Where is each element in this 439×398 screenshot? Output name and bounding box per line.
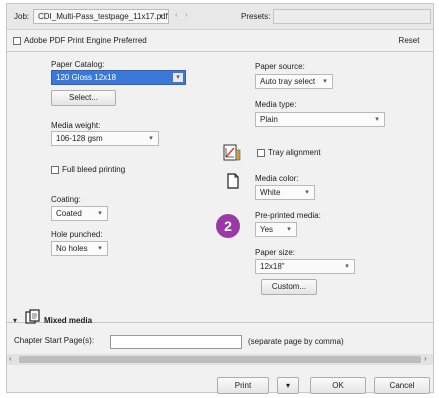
hole-punched-value: No holes (56, 244, 88, 253)
paper-size-value: 12x18" (260, 262, 285, 271)
chapter-start-input[interactable] (110, 335, 242, 349)
adobe-pdf-engine-checkbox[interactable] (13, 37, 21, 45)
chevron-down-icon: ▾ (98, 245, 102, 252)
step-badge-number: 2 (224, 218, 232, 234)
tray-alignment-checkbox[interactable] (257, 149, 265, 157)
media-weight-label: Media weight: (51, 121, 101, 130)
paper-source-label: Paper source: (255, 62, 305, 71)
chevron-down-icon: ▾ (305, 189, 309, 196)
print-button[interactable]: Print (217, 377, 269, 394)
media-weight-value: 106-128 gsm (56, 134, 103, 143)
presets-label: Presets: (241, 12, 271, 21)
tray-alignment-label: Tray alignment (268, 148, 321, 157)
paper-catalog-select[interactable]: 120 Gloss 12x18 ▾ (51, 70, 186, 85)
media-color-label: Media color: (255, 174, 299, 183)
chapter-start-hint: (separate page by comma) (248, 337, 344, 346)
chevron-down-icon: ▾ (149, 135, 153, 142)
presets-select[interactable] (273, 9, 431, 24)
paper-catalog-label: Paper Catalog: (51, 60, 105, 69)
step-badge: 2 (216, 214, 240, 238)
job-toolbar: Job: CDI_Multi-Pass_testpage_11x17.pdf ▾… (7, 4, 433, 30)
media-type-value: Plain (260, 115, 278, 124)
preprinted-media-value: Yes (260, 225, 274, 234)
custom-size-button[interactable]: Custom... (261, 279, 317, 295)
coating-value: Coated (56, 209, 82, 218)
preprinted-media-label: Pre-printed media: (255, 211, 321, 220)
media-type-label: Media type: (255, 100, 297, 109)
scroll-left-icon[interactable]: ‹ (9, 354, 12, 363)
adobe-pdf-engine-label: Adobe PDF Print Engine Preferred (24, 36, 147, 45)
paper-catalog-value: 120 Gloss 12x18 (56, 73, 117, 82)
full-bleed-label: Full bleed printing (62, 165, 126, 174)
select-paper-button[interactable]: Select... (51, 90, 116, 106)
cancel-button[interactable]: Cancel (374, 377, 430, 394)
preprinted-media-select[interactable]: Yes ▾ (255, 222, 297, 237)
job-select-value: CDI_Multi-Pass_testpage_11x17.pdf (38, 12, 168, 21)
header-divider (7, 51, 433, 52)
chevron-down-icon: ▾ (285, 381, 290, 390)
collapse-toggle-icon[interactable]: ▾ (13, 316, 17, 325)
paper-size-select[interactable]: 12x18" ▾ (255, 259, 355, 274)
chevron-down-icon: ▾ (173, 73, 183, 82)
job-label: Job: (14, 12, 30, 21)
paper-source-select[interactable]: Auto tray select ▾ (255, 74, 333, 89)
scroll-right-icon[interactable]: › (424, 354, 427, 363)
prev-job-icon[interactable]: ‹ (175, 10, 178, 19)
media-weight-select[interactable]: 106-128 gsm ▾ (51, 131, 159, 146)
ok-button[interactable]: OK (310, 377, 366, 394)
scrollbar-thumb[interactable] (19, 356, 421, 363)
media-type-select[interactable]: Plain ▾ (255, 112, 385, 127)
horizontal-scrollbar[interactable]: ‹ › (7, 354, 433, 365)
paper-size-label: Paper size: (255, 248, 296, 257)
media-color-select[interactable]: White ▾ (255, 185, 315, 200)
chevron-down-icon: ▾ (98, 210, 102, 217)
hole-punched-label: Hole punched: (51, 230, 103, 239)
print-dialog: Job: CDI_Multi-Pass_testpage_11x17.pdf ▾… (6, 3, 434, 394)
chevron-down-icon: ▾ (159, 13, 163, 20)
chevron-down-icon: ▾ (287, 226, 291, 233)
hole-punched-select[interactable]: No holes ▾ (51, 241, 108, 256)
chevron-down-icon: ▾ (375, 116, 379, 123)
tray-alignment-icon (222, 144, 242, 162)
job-select[interactable]: CDI_Multi-Pass_testpage_11x17.pdf ▾ (33, 9, 169, 24)
next-job-icon[interactable]: › (185, 10, 188, 19)
paper-source-value: Auto tray select (260, 77, 316, 86)
chevron-down-icon: ▾ (323, 78, 327, 85)
coating-label: Coating: (51, 195, 81, 204)
media-color-value: White (260, 188, 281, 197)
print-menu-button[interactable]: ▾ (277, 377, 299, 394)
chapter-start-label: Chapter Start Page(s): (14, 336, 95, 345)
coating-select[interactable]: Coated ▾ (51, 206, 108, 221)
full-bleed-checkbox[interactable] (51, 166, 59, 174)
chevron-down-icon: ▾ (345, 263, 349, 270)
reset-button[interactable]: Reset (389, 33, 429, 49)
mixed-media-icon (25, 309, 41, 325)
document-icon (226, 173, 240, 189)
mixed-media-title: Mixed media (44, 316, 93, 325)
